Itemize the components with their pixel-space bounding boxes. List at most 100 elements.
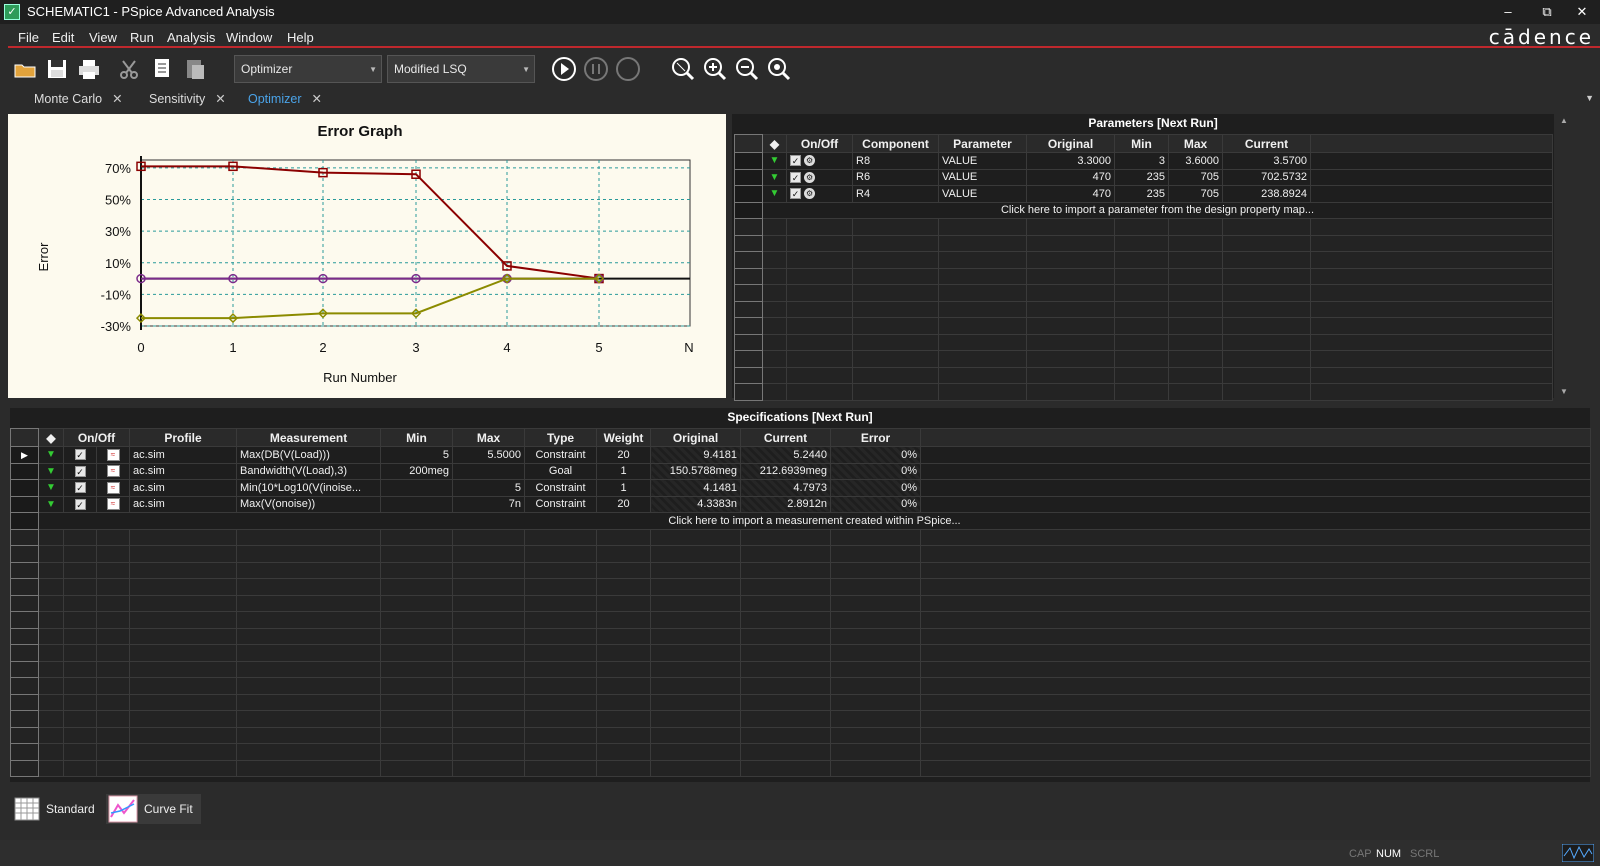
checkbox[interactable]: ✓ xyxy=(790,188,801,200)
empty-cell[interactable] xyxy=(1026,350,1115,368)
empty-cell[interactable] xyxy=(1310,234,1553,252)
empty-cell[interactable] xyxy=(129,611,238,629)
empty-row[interactable] xyxy=(10,611,1592,629)
empty-cell[interactable] xyxy=(524,644,598,662)
empty-cell[interactable] xyxy=(830,759,922,777)
empty-cell[interactable] xyxy=(596,611,652,629)
table-row[interactable]: ▼ ✓ ⚙ R4 VALUE 470 235 705 238.8924 xyxy=(734,185,1553,203)
close-icon[interactable]: ✕ xyxy=(215,92,225,106)
profile-cell[interactable]: ac.sim xyxy=(129,495,238,513)
empty-cell[interactable] xyxy=(596,660,652,678)
onoff-cell[interactable]: ✓ xyxy=(63,462,97,480)
empty-cell[interactable] xyxy=(38,528,64,546)
empty-cell[interactable] xyxy=(524,759,598,777)
row-header[interactable] xyxy=(10,594,39,612)
min-cell[interactable]: 5 xyxy=(380,446,454,464)
empty-cell[interactable] xyxy=(452,726,526,744)
save-icon[interactable] xyxy=(42,54,72,84)
empty-cell[interactable] xyxy=(63,644,97,662)
empty-cell[interactable] xyxy=(830,660,922,678)
empty-row[interactable] xyxy=(10,594,1592,612)
empty-cell[interactable] xyxy=(524,677,598,695)
empty-cell[interactable] xyxy=(452,759,526,777)
empty-cell[interactable] xyxy=(786,234,853,252)
parameters-scrollbar[interactable]: ▲ ▼ xyxy=(1554,114,1574,398)
empty-cell[interactable] xyxy=(650,677,742,695)
empty-cell[interactable] xyxy=(830,693,922,711)
empty-cell[interactable] xyxy=(129,578,238,596)
import-measurement-row[interactable]: Click here to import a measurement creat… xyxy=(10,512,1592,530)
empty-cell[interactable] xyxy=(380,644,454,662)
menu-run[interactable]: Run xyxy=(130,30,154,45)
scroll-up-icon[interactable]: ▲ xyxy=(1554,116,1574,125)
empty-cell[interactable] xyxy=(38,710,64,728)
empty-cell[interactable] xyxy=(830,627,922,645)
row-header[interactable] xyxy=(10,726,39,744)
empty-row[interactable] xyxy=(734,333,1553,351)
tab-curve-fit[interactable]: Curve Fit xyxy=(106,794,201,824)
menu-analysis[interactable]: Analysis xyxy=(167,30,215,45)
empty-cell[interactable] xyxy=(236,644,382,662)
empty-cell[interactable] xyxy=(740,677,832,695)
empty-cell[interactable] xyxy=(740,693,832,711)
empty-cell[interactable] xyxy=(938,218,1027,236)
empty-cell[interactable] xyxy=(236,693,382,711)
empty-cell[interactable] xyxy=(524,627,598,645)
empty-cell[interactable] xyxy=(1168,267,1223,285)
empty-row[interactable] xyxy=(10,677,1592,695)
row-header[interactable] xyxy=(10,561,39,579)
empty-cell[interactable] xyxy=(740,528,832,546)
empty-cell[interactable] xyxy=(1026,317,1115,335)
empty-cell[interactable] xyxy=(762,333,787,351)
empty-cell[interactable] xyxy=(830,677,922,695)
empty-cell[interactable] xyxy=(524,594,598,612)
paste-icon[interactable] xyxy=(180,54,210,84)
row-header[interactable] xyxy=(734,218,763,236)
empty-cell[interactable] xyxy=(852,383,939,401)
row-selected-icon[interactable]: ▶ xyxy=(10,446,39,464)
type-cell[interactable]: Goal xyxy=(524,462,598,480)
empty-cell[interactable] xyxy=(920,528,1592,546)
empty-cell[interactable] xyxy=(1114,251,1169,269)
current-cell[interactable]: 3.5700 xyxy=(1222,152,1311,170)
empty-cell[interactable] xyxy=(920,743,1592,761)
empty-cell[interactable] xyxy=(524,693,598,711)
empty-cell[interactable] xyxy=(786,333,853,351)
min-cell[interactable]: 200meg xyxy=(380,462,454,480)
empty-cell[interactable] xyxy=(236,743,382,761)
empty-cell[interactable] xyxy=(380,594,454,612)
component-cell[interactable]: R8 xyxy=(852,152,939,170)
empty-cell[interactable] xyxy=(920,594,1592,612)
empty-row[interactable] xyxy=(10,759,1592,777)
empty-cell[interactable] xyxy=(524,660,598,678)
empty-row[interactable] xyxy=(10,743,1592,761)
row-header[interactable] xyxy=(10,495,39,513)
import-parameter-link[interactable]: Click here to import a parameter from th… xyxy=(762,201,1553,219)
empty-cell[interactable] xyxy=(786,267,853,285)
empty-cell[interactable] xyxy=(762,218,787,236)
onoff-cell[interactable]: ✓ ⚙ xyxy=(786,185,853,203)
empty-cell[interactable] xyxy=(452,627,526,645)
empty-row[interactable] xyxy=(10,627,1592,645)
empty-cell[interactable] xyxy=(1222,267,1311,285)
empty-cell[interactable] xyxy=(1168,251,1223,269)
empty-cell[interactable] xyxy=(920,677,1592,695)
empty-cell[interactable] xyxy=(596,561,652,579)
weight-cell[interactable]: 1 xyxy=(596,479,652,497)
checkbox[interactable]: ✓ xyxy=(790,171,801,183)
min-cell[interactable] xyxy=(380,495,454,513)
empty-cell[interactable] xyxy=(920,644,1592,662)
row-header[interactable] xyxy=(734,300,763,318)
empty-cell[interactable] xyxy=(524,578,598,596)
empty-cell[interactable] xyxy=(1026,251,1115,269)
empty-row[interactable] xyxy=(10,693,1592,711)
copy-icon[interactable] xyxy=(148,54,178,84)
empty-cell[interactable] xyxy=(938,366,1027,384)
empty-cell[interactable] xyxy=(1222,300,1311,318)
empty-cell[interactable] xyxy=(920,710,1592,728)
empty-cell[interactable] xyxy=(830,594,922,612)
empty-cell[interactable] xyxy=(1114,350,1169,368)
onoff-cell[interactable]: ✓ ⚙ xyxy=(786,168,853,186)
row-header[interactable] xyxy=(734,234,763,252)
profile-cell[interactable]: ac.sim xyxy=(129,462,238,480)
